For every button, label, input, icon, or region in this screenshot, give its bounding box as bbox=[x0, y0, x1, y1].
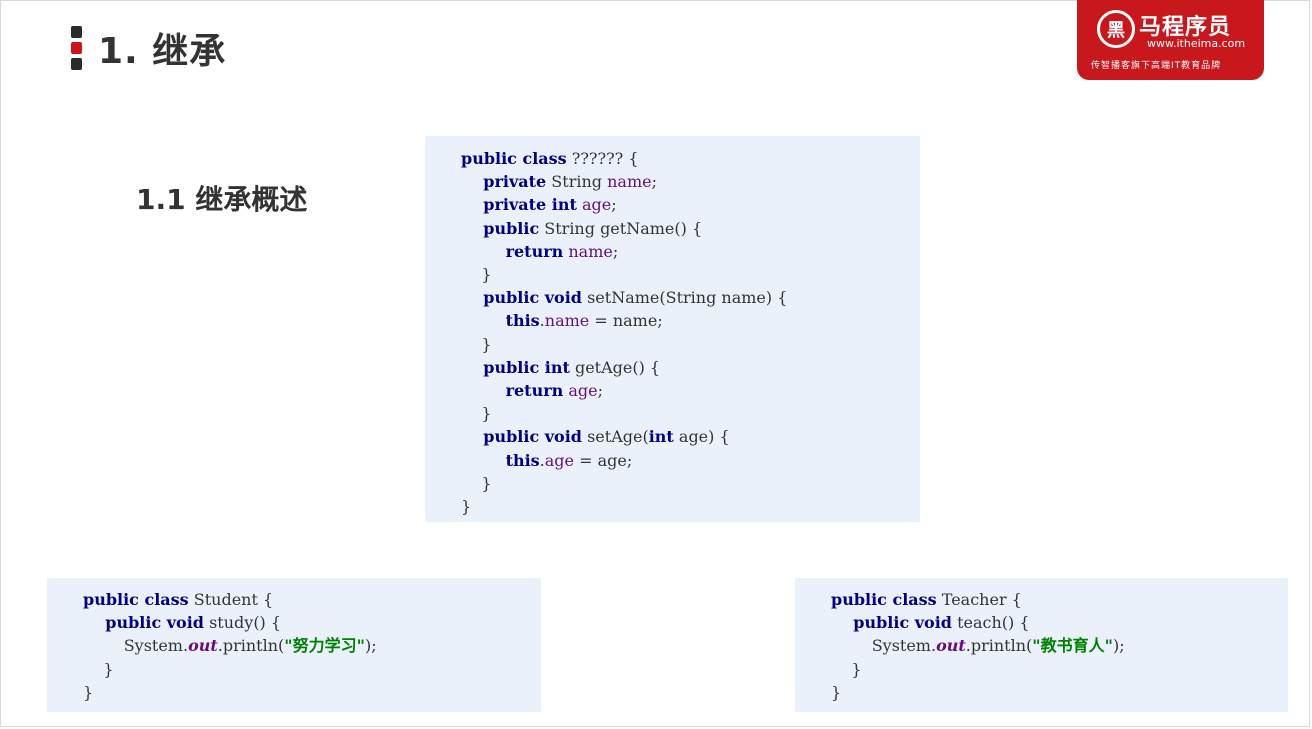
code-line: } bbox=[461, 404, 492, 424]
code-token: out bbox=[936, 636, 966, 656]
code-line: private int age; bbox=[461, 195, 617, 215]
code-token: private bbox=[461, 172, 547, 192]
code-line: this.name = name; bbox=[461, 311, 663, 331]
code-line: } bbox=[461, 497, 471, 517]
code-token: = age; bbox=[574, 450, 633, 470]
code-line: } bbox=[83, 683, 93, 703]
code-token: out bbox=[188, 636, 218, 656]
code-token: name bbox=[568, 241, 613, 261]
code-token: age bbox=[581, 195, 612, 215]
code-token: getAge() { bbox=[569, 357, 661, 377]
logo-url: www.itheima.com bbox=[1147, 37, 1246, 50]
code-token: public class bbox=[83, 590, 189, 609]
code-line: } bbox=[831, 659, 862, 680]
code-token: String bbox=[546, 172, 608, 192]
code-token: name bbox=[544, 311, 590, 331]
code-line: public String getName() { bbox=[461, 219, 702, 239]
code-line: } bbox=[461, 265, 492, 285]
logo-mark-icon: 黑 bbox=[1097, 10, 1135, 48]
code-token: return bbox=[461, 241, 564, 261]
code-token: public void bbox=[831, 613, 952, 633]
code-token: ; bbox=[597, 381, 603, 400]
code-token: System. bbox=[831, 636, 937, 656]
code-token: teach() { bbox=[952, 613, 1030, 633]
code-token: public bbox=[461, 218, 540, 238]
code-token: System. bbox=[83, 636, 189, 656]
code-line: public void setName(String name) { bbox=[461, 288, 787, 308]
code-token: .println( bbox=[965, 636, 1033, 656]
code-token: age bbox=[544, 450, 575, 470]
slide-title: 1. 继承 bbox=[98, 31, 227, 72]
code-token: public void bbox=[83, 613, 204, 633]
code-line: System.out.println("努力学习"); bbox=[83, 636, 377, 656]
teacher-class-code-block: public class Teacher { public void teach… bbox=[795, 578, 1288, 712]
code-token: } bbox=[83, 682, 94, 702]
code-token: Teacher { bbox=[936, 590, 1022, 609]
code-token: Student { bbox=[188, 590, 274, 609]
code-token: = name; bbox=[589, 311, 663, 331]
code-line: private String name; bbox=[461, 172, 657, 192]
code-token: return bbox=[461, 381, 564, 400]
code-token: "教书育人" bbox=[1032, 636, 1113, 656]
code-token: ; bbox=[611, 195, 617, 215]
code-token: public class bbox=[461, 149, 567, 168]
code-token: this bbox=[461, 450, 540, 470]
code-token: ?????? { bbox=[566, 149, 639, 168]
code-line: System.out.println("教书育人"); bbox=[831, 636, 1125, 656]
code-token: ); bbox=[1112, 636, 1125, 656]
code-token: this bbox=[461, 311, 540, 331]
code-token: } bbox=[461, 497, 472, 516]
code-line: } bbox=[83, 659, 114, 680]
code-token: private int bbox=[461, 195, 577, 215]
student-class-code-block: public class Student { public void study… bbox=[47, 578, 541, 712]
code-line: public class ?????? { bbox=[461, 149, 639, 169]
code-token: } bbox=[461, 473, 492, 493]
code-line: public void setAge(int age) { bbox=[461, 427, 730, 447]
code-token: } bbox=[461, 404, 492, 424]
code-token: } bbox=[461, 265, 492, 284]
code-token: age bbox=[568, 381, 598, 400]
title-marker-icon bbox=[71, 26, 82, 70]
code-token: public class bbox=[831, 590, 937, 609]
code-line: return age; bbox=[461, 381, 603, 401]
code-token: ; bbox=[612, 241, 619, 261]
brand-logo: 黑 马程序员 www.itheima.com 传智播客旗下高端IT教育品牌 bbox=[1077, 0, 1264, 80]
code-token: } bbox=[831, 659, 862, 679]
code-token: public int bbox=[461, 357, 570, 377]
code-line: } bbox=[461, 334, 492, 355]
code-token: name bbox=[607, 172, 652, 192]
code-token: String getName() { bbox=[539, 218, 703, 238]
slide-title-bar: 1. 继承 bbox=[71, 22, 226, 74]
logo-tagline: 传智播客旗下高端IT教育品牌 bbox=[1091, 61, 1222, 71]
code-token: } bbox=[83, 659, 114, 679]
code-token: age) { bbox=[673, 427, 730, 447]
code-line: this.age = age; bbox=[461, 450, 633, 471]
code-token: "努力学习" bbox=[284, 636, 365, 656]
section-subtitle: 1.1 继承概述 bbox=[136, 183, 308, 216]
code-token: .println( bbox=[217, 636, 285, 656]
code-token: setName(String name) { bbox=[582, 288, 788, 308]
code-token: } bbox=[461, 334, 492, 354]
code-token: public void bbox=[461, 427, 582, 447]
parent-class-code-block: public class ?????? { private String nam… bbox=[425, 136, 920, 522]
code-token: ); bbox=[364, 636, 377, 656]
code-line: public class Teacher { bbox=[831, 590, 1022, 610]
code-token: int bbox=[648, 427, 674, 447]
code-token: setAge( bbox=[582, 427, 649, 447]
code-token: ; bbox=[651, 172, 657, 192]
code-line: public class Student { bbox=[83, 590, 273, 610]
code-token: study() { bbox=[204, 613, 282, 633]
code-line: } bbox=[461, 473, 492, 494]
code-token: public void bbox=[461, 288, 582, 308]
code-line: return name; bbox=[461, 241, 619, 262]
code-line: public void teach() { bbox=[831, 613, 1030, 633]
code-line: public int getAge() { bbox=[461, 358, 660, 378]
code-line: public void study() { bbox=[83, 613, 281, 633]
code-line: } bbox=[831, 683, 841, 703]
code-token: } bbox=[831, 682, 842, 702]
